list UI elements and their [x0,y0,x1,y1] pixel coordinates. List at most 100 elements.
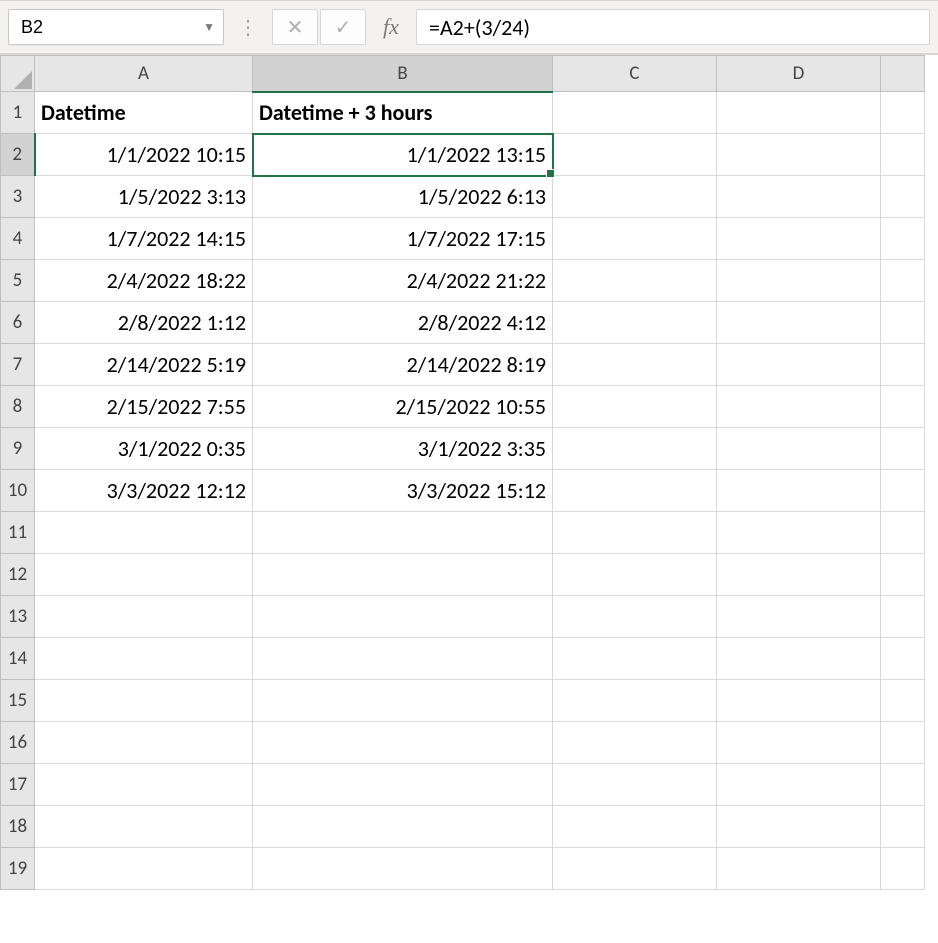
cell-A11[interactable] [35,512,253,554]
cell-C19[interactable] [553,848,717,890]
cell-D10[interactable] [717,470,881,512]
col-header-E-partial[interactable] [881,56,925,92]
cell-A7[interactable]: 2/14/2022 5:19 [35,344,253,386]
cell-E14[interactable] [881,638,925,680]
cell-A6[interactable]: 2/8/2022 1:12 [35,302,253,344]
cell-C9[interactable] [553,428,717,470]
cell-C16[interactable] [553,722,717,764]
col-header-A[interactable]: A [35,56,253,92]
cell-A19[interactable] [35,848,253,890]
cell-E6[interactable] [881,302,925,344]
cell-D15[interactable] [717,680,881,722]
cell-D17[interactable] [717,764,881,806]
cell-D2[interactable] [717,134,881,176]
cell-B3[interactable]: 1/5/2022 6:13 [253,176,553,218]
cell-A12[interactable] [35,554,253,596]
cell-E12[interactable] [881,554,925,596]
cell-A2[interactable]: 1/1/2022 10:15 [35,134,253,176]
cell-C4[interactable] [553,218,717,260]
cancel-formula-button[interactable]: ✕ [272,9,318,45]
row-header[interactable]: 9 [1,428,35,470]
row-header[interactable]: 13 [1,596,35,638]
row-header[interactable]: 18 [1,806,35,848]
cell-B4[interactable]: 1/7/2022 17:15 [253,218,553,260]
row-header[interactable]: 3 [1,176,35,218]
cell-B14[interactable] [253,638,553,680]
cell-A10[interactable]: 3/3/2022 12:12 [35,470,253,512]
cell-C6[interactable] [553,302,717,344]
cell-D16[interactable] [717,722,881,764]
cell-B17[interactable] [253,764,553,806]
cell-E13[interactable] [881,596,925,638]
cell-E3[interactable] [881,176,925,218]
cell-B12[interactable] [253,554,553,596]
cell-A1[interactable]: Datetime [35,92,253,134]
cell-B15[interactable] [253,680,553,722]
cell-E4[interactable] [881,218,925,260]
formula-input[interactable] [429,14,917,41]
cell-E10[interactable] [881,470,925,512]
cell-C18[interactable] [553,806,717,848]
cell-E2[interactable] [881,134,925,176]
row-header[interactable]: 19 [1,848,35,890]
cell-D3[interactable] [717,176,881,218]
cell-E16[interactable] [881,722,925,764]
cell-C5[interactable] [553,260,717,302]
cell-D19[interactable] [717,848,881,890]
row-header[interactable]: 5 [1,260,35,302]
chevron-down-icon[interactable]: ▼ [203,20,215,35]
cell-C13[interactable] [553,596,717,638]
cell-C10[interactable] [553,470,717,512]
fx-icon[interactable]: fx [368,14,414,40]
cell-B7[interactable]: 2/14/2022 8:19 [253,344,553,386]
cell-D4[interactable] [717,218,881,260]
row-header[interactable]: 4 [1,218,35,260]
cell-A13[interactable] [35,596,253,638]
cell-B11[interactable] [253,512,553,554]
cell-B2[interactable]: 1/1/2022 13:15 [253,134,553,176]
cell-A9[interactable]: 3/1/2022 0:35 [35,428,253,470]
cell-A8[interactable]: 2/15/2022 7:55 [35,386,253,428]
row-header[interactable]: 6 [1,302,35,344]
cell-E11[interactable] [881,512,925,554]
row-header[interactable]: 16 [1,722,35,764]
cell-E1[interactable] [881,92,925,134]
cell-A14[interactable] [35,638,253,680]
cell-A18[interactable] [35,806,253,848]
cell-E15[interactable] [881,680,925,722]
cell-D5[interactable] [717,260,881,302]
cell-D18[interactable] [717,806,881,848]
cell-E7[interactable] [881,344,925,386]
cell-D8[interactable] [717,386,881,428]
cell-E17[interactable] [881,764,925,806]
cell-B18[interactable] [253,806,553,848]
cell-D1[interactable] [717,92,881,134]
cell-E19[interactable] [881,848,925,890]
row-header[interactable]: 12 [1,554,35,596]
cell-C17[interactable] [553,764,717,806]
cell-A17[interactable] [35,764,253,806]
cell-D11[interactable] [717,512,881,554]
row-header[interactable]: 11 [1,512,35,554]
cell-C1[interactable] [553,92,717,134]
cell-B6[interactable]: 2/8/2022 4:12 [253,302,553,344]
row-header[interactable]: 10 [1,470,35,512]
cell-C15[interactable] [553,680,717,722]
cell-A16[interactable] [35,722,253,764]
row-header[interactable]: 15 [1,680,35,722]
cell-D14[interactable] [717,638,881,680]
spreadsheet-grid[interactable]: A B C D 1DatetimeDatetime + 3 hours21/1/… [0,54,938,890]
cell-E18[interactable] [881,806,925,848]
cell-C3[interactable] [553,176,717,218]
cell-B5[interactable]: 2/4/2022 21:22 [253,260,553,302]
cell-C11[interactable] [553,512,717,554]
cell-B16[interactable] [253,722,553,764]
cell-A3[interactable]: 1/5/2022 3:13 [35,176,253,218]
cell-C7[interactable] [553,344,717,386]
cell-E5[interactable] [881,260,925,302]
cell-D9[interactable] [717,428,881,470]
formula-input-wrap[interactable] [416,9,930,45]
col-header-D[interactable]: D [717,56,881,92]
cell-C12[interactable] [553,554,717,596]
cell-D12[interactable] [717,554,881,596]
